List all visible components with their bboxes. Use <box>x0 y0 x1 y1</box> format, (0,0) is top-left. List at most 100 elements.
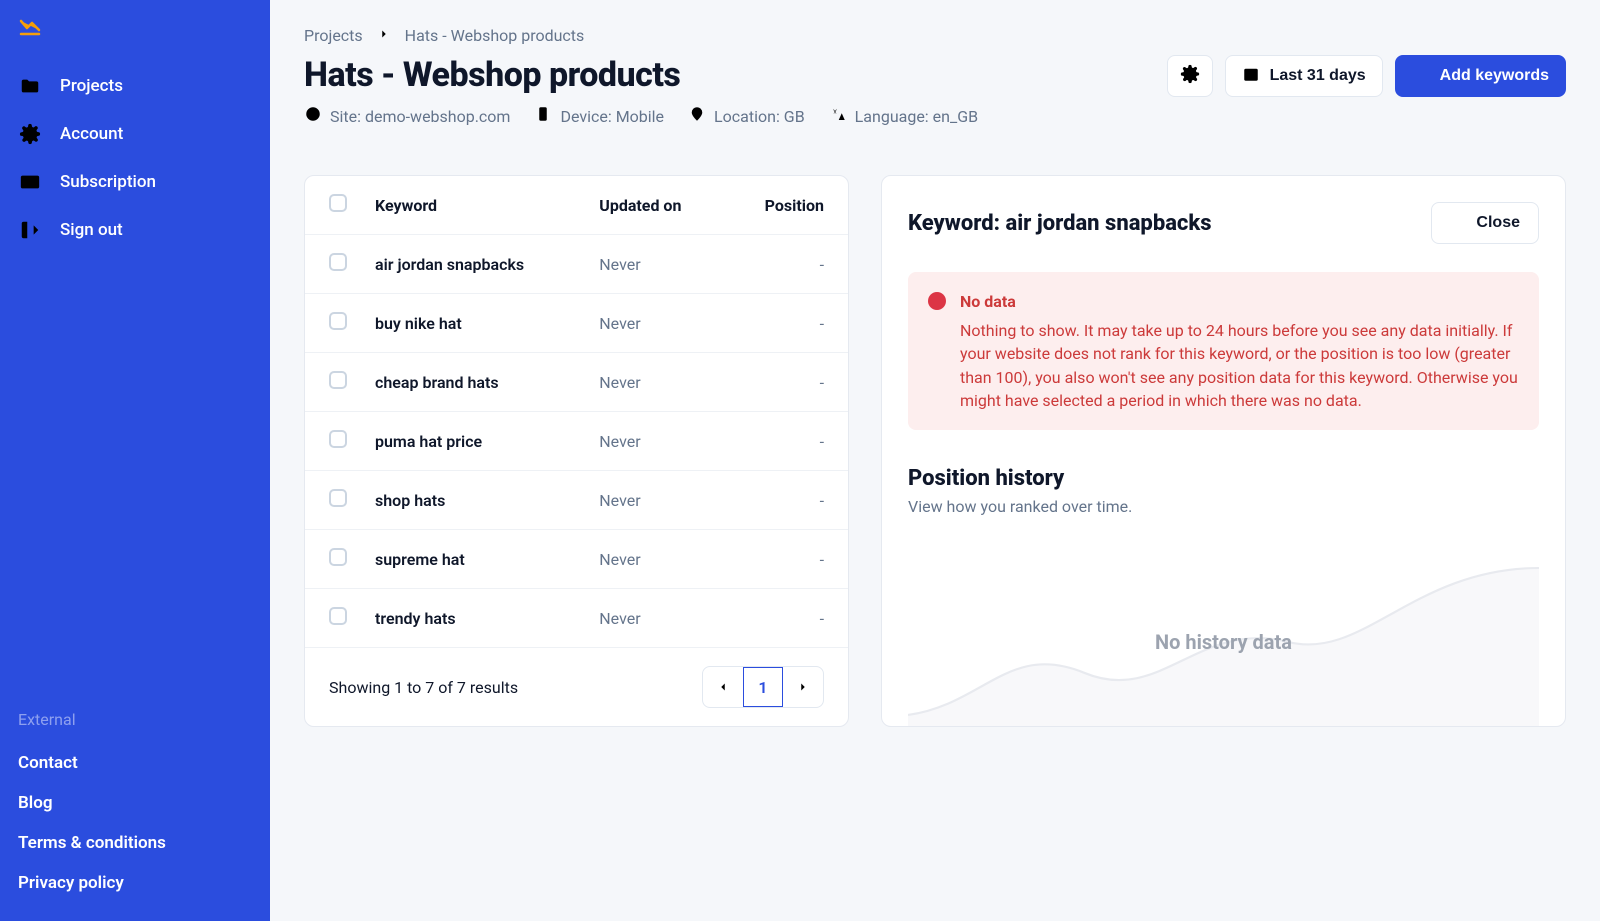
row-position: - <box>725 530 848 589</box>
logo <box>0 14 270 62</box>
language-icon <box>829 105 847 127</box>
sidebar-item-label: Subscription <box>60 172 156 192</box>
sidebar-item-label: Account <box>60 124 123 144</box>
meta-language: Language: en_GB <box>829 105 978 127</box>
map-pin-icon <box>688 105 706 127</box>
row-keyword: puma hat price <box>361 412 585 471</box>
row-updated: Never <box>585 589 724 648</box>
row-checkbox[interactable] <box>329 607 347 625</box>
ext-link-terms[interactable]: Terms & conditions <box>18 823 252 863</box>
folder-icon <box>18 74 42 98</box>
row-checkbox-cell <box>305 412 361 471</box>
history-empty-text: No history data <box>1155 630 1292 654</box>
table-row[interactable]: shop hatsNever- <box>305 471 848 530</box>
card-icon <box>18 170 42 194</box>
table-row[interactable]: puma hat priceNever- <box>305 412 848 471</box>
pagination-page-1[interactable]: 1 <box>743 667 783 707</box>
sidebar-footer: External Contact Blog Terms & conditions… <box>0 692 270 921</box>
sidebar-nav: Projects Account Subscription Sign out <box>0 62 270 254</box>
row-checkbox[interactable] <box>329 312 347 330</box>
table-row[interactable]: buy nike hatNever- <box>305 294 848 353</box>
table-row[interactable]: trendy hatsNever- <box>305 589 848 648</box>
meta-location: Location: GB <box>688 105 805 127</box>
meta-language-text: Language: en_GB <box>855 107 978 126</box>
add-keywords-button[interactable]: Add keywords <box>1395 55 1566 97</box>
row-checkbox-cell <box>305 589 361 648</box>
settings-button[interactable] <box>1167 55 1213 97</box>
row-updated: Never <box>585 471 724 530</box>
row-updated: Never <box>585 294 724 353</box>
row-position: - <box>725 412 848 471</box>
row-checkbox-cell <box>305 294 361 353</box>
breadcrumb-current: Hats - Webshop products <box>405 26 585 45</box>
row-checkbox[interactable] <box>329 371 347 389</box>
close-icon <box>1450 213 1466 234</box>
meta-device: Device: Mobile <box>534 105 664 127</box>
alert-title: No data <box>960 290 1519 313</box>
breadcrumb: Projects Hats - Webshop products <box>304 26 1566 45</box>
position-history-subtitle: View how you ranked over time. <box>908 497 1539 516</box>
sidebar-item-signout[interactable]: Sign out <box>0 206 270 254</box>
select-all-checkbox[interactable] <box>329 194 347 212</box>
row-updated: Never <box>585 530 724 589</box>
date-range-button[interactable]: Last 31 days <box>1225 55 1383 97</box>
keyword-detail-title: Keyword: air jordan snapbacks <box>908 211 1212 236</box>
main-content: Projects Hats - Webshop products Hats - … <box>270 0 1600 921</box>
sidebar-item-label: Projects <box>60 76 123 96</box>
gear-icon <box>1180 64 1200 89</box>
plus-icon <box>1412 65 1430 88</box>
row-keyword: trendy hats <box>361 589 585 648</box>
table-row[interactable]: air jordan snapbacksNever- <box>305 235 848 294</box>
row-checkbox-cell <box>305 530 361 589</box>
table-footer: Showing 1 to 7 of 7 results 1 <box>305 648 848 726</box>
row-checkbox-cell <box>305 353 361 412</box>
row-position: - <box>725 235 848 294</box>
page-title: Hats - Webshop products <box>304 55 978 95</box>
header-actions: Last 31 days Add keywords <box>1167 55 1566 97</box>
breadcrumb-root[interactable]: Projects <box>304 26 363 45</box>
sidebar-item-subscription[interactable]: Subscription <box>0 158 270 206</box>
row-checkbox[interactable] <box>329 253 347 271</box>
pagination-prev[interactable] <box>703 667 743 707</box>
pagination-next[interactable] <box>783 667 823 707</box>
page-meta: Site: demo-webshop.com Device: Mobile Lo… <box>304 105 978 127</box>
row-keyword: supreme hat <box>361 530 585 589</box>
row-position: - <box>725 471 848 530</box>
row-keyword: shop hats <box>361 471 585 530</box>
row-keyword: cheap brand hats <box>361 353 585 412</box>
position-history-title: Position history <box>908 466 1539 491</box>
row-checkbox-cell <box>305 235 361 294</box>
row-checkbox[interactable] <box>329 548 347 566</box>
col-updated: Updated on <box>585 176 724 235</box>
table-row[interactable]: supreme hatNever- <box>305 530 848 589</box>
no-data-alert: No data Nothing to show. It may take up … <box>908 272 1539 430</box>
col-keyword: Keyword <box>361 176 585 235</box>
position-history-section: Position history View how you ranked ove… <box>908 466 1539 726</box>
close-button[interactable]: Close <box>1431 202 1539 244</box>
close-label: Close <box>1476 214 1520 232</box>
date-range-label: Last 31 days <box>1270 67 1366 85</box>
ext-link-contact[interactable]: Contact <box>18 743 252 783</box>
col-position: Position <box>725 176 848 235</box>
row-checkbox[interactable] <box>329 489 347 507</box>
row-position: - <box>725 589 848 648</box>
row-checkbox[interactable] <box>329 430 347 448</box>
col-checkbox <box>305 176 361 235</box>
pagination: 1 <box>702 666 824 708</box>
table-results-text: Showing 1 to 7 of 7 results <box>329 678 518 697</box>
sidebar-item-projects[interactable]: Projects <box>0 62 270 110</box>
sidebar: Projects Account Subscription Sign out E… <box>0 0 270 921</box>
meta-site-text: Site: demo-webshop.com <box>330 107 510 126</box>
row-keyword: buy nike hat <box>361 294 585 353</box>
ext-link-blog[interactable]: Blog <box>18 783 252 823</box>
row-updated: Never <box>585 235 724 294</box>
table-row[interactable]: cheap brand hatsNever- <box>305 353 848 412</box>
ext-link-privacy[interactable]: Privacy policy <box>18 863 252 903</box>
globe-icon <box>304 105 322 127</box>
smartphone-icon <box>534 105 552 127</box>
sidebar-item-account[interactable]: Account <box>0 110 270 158</box>
keyword-detail-title-prefix: Keyword: <box>908 211 1006 236</box>
row-updated: Never <box>585 412 724 471</box>
sidebar-item-label: Sign out <box>60 220 123 240</box>
calendar-icon <box>1242 65 1260 88</box>
